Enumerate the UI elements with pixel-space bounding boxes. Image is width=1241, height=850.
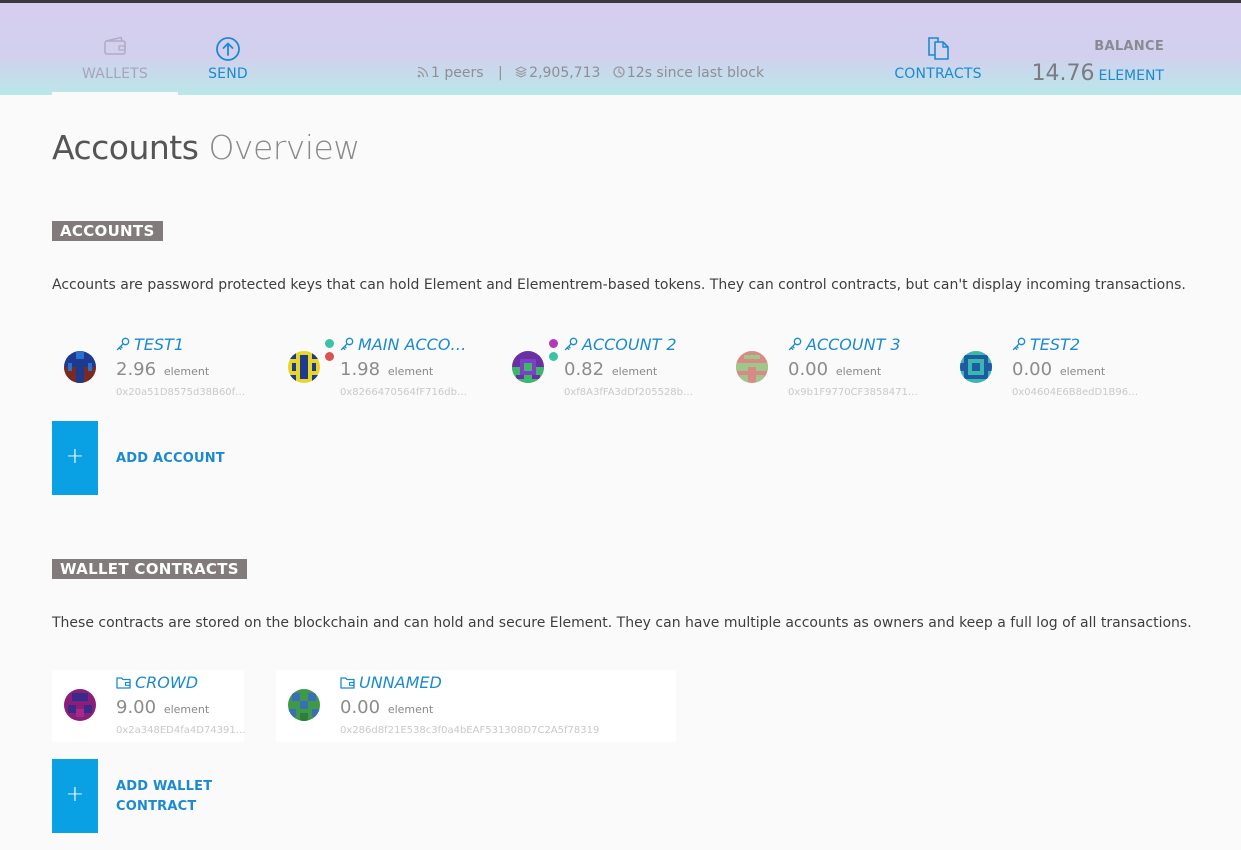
key-icon [340,336,354,355]
wallet-contract-card[interactable]: UNNAMED 0.00 element 0x286d8f21E538c3f0a… [276,670,676,742]
account-address: 0x20a51D8575d38B60f… [116,387,246,398]
nav-wallets-label: WALLETS [82,66,148,82]
folder-icon [116,674,131,693]
account-card[interactable]: TEST1 2.96 element 0x20a51D8575d38B60f… [52,324,252,400]
accounts-description: Accounts are password protected keys tha… [52,277,1186,293]
contract-address: 0x286d8f21E538c3f0a4bEAF531308D7C2A5f783… [340,725,600,736]
account-identicon [960,351,992,383]
account-name: ACCOUNT 3 [788,335,922,355]
folder-icon [340,674,355,693]
add-wallet-contract-label-line1: ADD WALLET [116,779,213,794]
add-account-button[interactable]: + [52,421,98,495]
account-card[interactable]: TEST2 0.00 element 0x04604E6B8edD1B966… [948,324,1148,400]
balance-amount: 14.76 [1031,61,1095,86]
account-address: 0x8266470564fF716db… [340,387,467,398]
owner-mini-identicon [325,339,334,348]
key-icon [116,336,130,355]
accounts-section-heading: ACCOUNTS [52,221,163,241]
page-title-strong: Accounts [52,128,199,167]
page-title: Accounts Overview [52,128,360,167]
account-card[interactable]: ACCOUNT 2 0.82 element 0xf8A3fFA3dDf2055… [500,324,700,400]
contract-identicon [288,689,320,721]
block-number: 2,905,713 [529,65,601,81]
contract-name: CROWD [116,673,250,693]
owner-mini-identicon [549,339,558,348]
account-balance: 1.98 element [340,359,434,380]
account-balance: 2.96 element [116,359,210,380]
account-balance: 0.00 element [1012,359,1106,380]
owner-mini-identicon [325,352,334,361]
account-address: 0x04604E6B8edD1B966… [1012,387,1142,398]
account-address: 0xf8A3fFA3dDf205528b… [564,387,694,398]
nav-wallets-tab[interactable]: WALLETS [52,3,178,96]
page-title-light: Overview [208,128,360,167]
owner-mini-identicon [549,352,558,361]
key-icon [1012,336,1026,355]
key-icon [564,336,578,355]
contract-balance: 0.00 element [340,697,434,718]
account-name: MAIN ACCO… [340,335,474,355]
network-status: 1 peers | 2,905,713 12s since last block [417,65,764,81]
since-last-block: 12s since last block [626,65,765,81]
peers-count: 1 peers [431,65,484,81]
balance-label: BALANCE [1094,39,1164,54]
account-balance: 0.82 element [564,359,658,380]
add-wallet-contract-label[interactable]: ADD WALLET CONTRACT [116,777,212,817]
active-tab-indicator [52,92,178,96]
contract-name: UNNAMED [340,673,474,693]
key-icon [788,336,802,355]
last-block-status: 12s since last block [613,65,764,81]
account-identicon [64,351,96,383]
wallet-contracts-description: These contracts are stored on the blockc… [52,615,1192,631]
account-identicon [736,351,768,383]
contract-address: 0x2a348ED4fa4D74391… [116,725,246,736]
nav-send-tab[interactable]: SEND [190,3,266,95]
account-card[interactable]: MAIN ACCO… 1.98 element 0x8266470564fF71… [276,324,476,400]
rss-icon [417,66,429,78]
add-account-label[interactable]: ADD ACCOUNT [116,449,225,469]
block-status: 2,905,713 [515,65,600,81]
account-name: TEST1 [116,335,250,355]
balance-value: 14.76 ELEMENT [1032,61,1164,86]
nav-contracts-label: CONTRACTS [894,66,982,82]
peers-status: 1 peers [417,65,484,81]
clock-icon [613,66,625,78]
contract-identicon [64,689,96,721]
layers-icon [515,66,527,78]
wallet-contract-card[interactable]: CROWD 9.00 element 0x2a348ED4fa4D74391… [52,670,246,742]
status-separator: | [497,65,503,81]
balance-unit: ELEMENT [1098,68,1164,84]
account-name: TEST2 [1012,335,1146,355]
add-wallet-contract-button[interactable]: + [52,759,98,833]
add-wallet-contract-label-line2: CONTRACT [116,799,197,814]
arrow-up-circle-icon [215,36,241,66]
wallet-contracts-section-heading: WALLET CONTRACTS [52,559,247,579]
contract-balance: 9.00 element [116,697,210,718]
wallet-icon [103,36,127,60]
nav-send-label: SEND [208,66,248,82]
account-identicon [512,351,544,383]
account-address: 0x9b1F9770CF3858471… [788,387,918,398]
documents-icon [925,36,951,64]
account-identicon [288,351,320,383]
account-name: ACCOUNT 2 [564,335,698,355]
top-header: WALLETS SEND 1 peers | 2,905,713 12s sin… [0,3,1241,96]
account-card[interactable]: ACCOUNT 3 0.00 element 0x9b1F9770CF38584… [724,324,924,400]
account-balance: 0.00 element [788,359,882,380]
nav-contracts-tab[interactable]: CONTRACTS [890,3,986,95]
